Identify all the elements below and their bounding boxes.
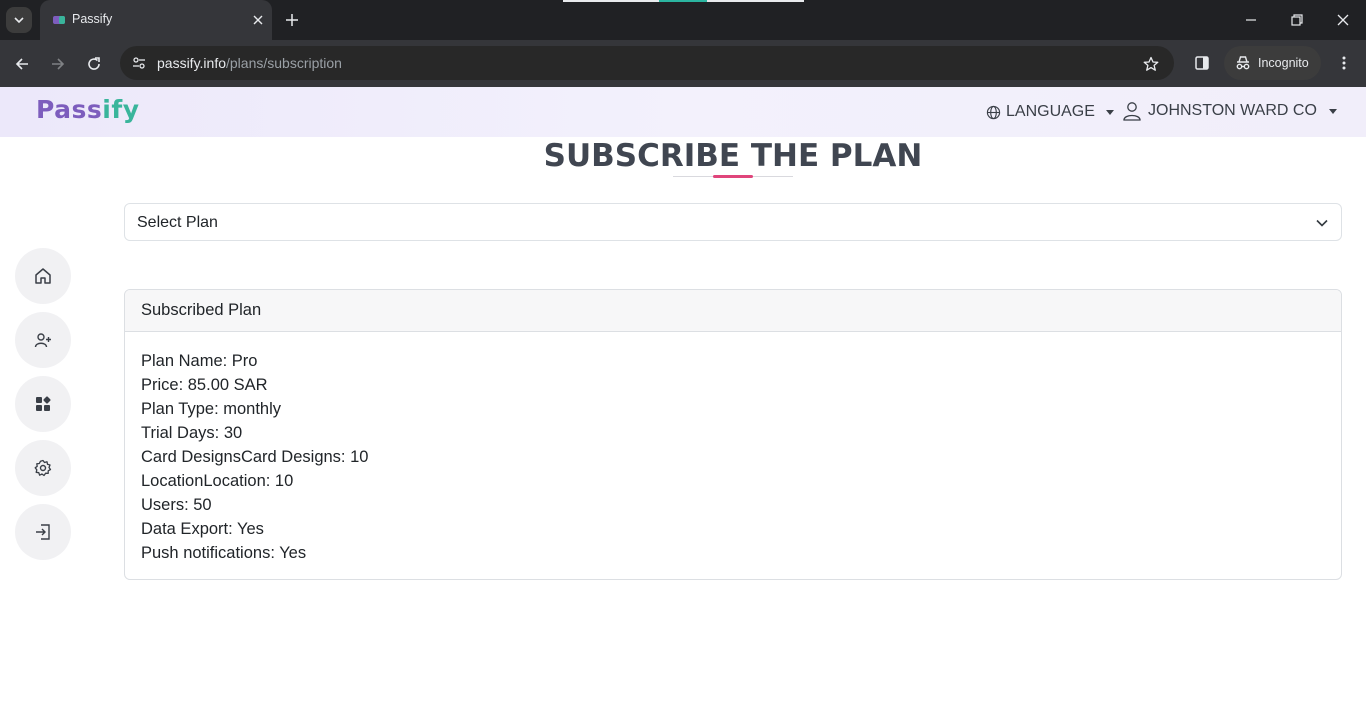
card-designs-line: Card DesignsCard Designs: 10: [141, 448, 369, 466]
reload-button[interactable]: [81, 51, 107, 77]
incognito-icon: [1236, 56, 1250, 70]
passify-favicon-icon: [53, 16, 65, 24]
browser-tab-strip: Passify: [0, 0, 1366, 40]
plan-type-line: Plan Type: monthly: [141, 400, 282, 418]
caret-down-icon: [1328, 108, 1337, 114]
user-dropdown[interactable]: JOHNSTON WARD CO: [1122, 101, 1337, 121]
language-label: LANGUAGE: [1006, 103, 1095, 120]
new-tab-button[interactable]: [280, 8, 304, 32]
restore-button[interactable]: [1285, 8, 1309, 32]
caret-down-icon: [1105, 109, 1114, 115]
browser-tab[interactable]: Passify: [40, 0, 272, 40]
subscribed-plan-card: Subscribed Plan Plan Name: Pro Price: 85…: [124, 289, 1342, 580]
side-panel-icon: [1195, 56, 1209, 70]
language-dropdown[interactable]: LANGUAGE: [986, 103, 1114, 121]
close-icon: [253, 15, 263, 25]
window-drag-indicator: [563, 0, 804, 2]
browser-toolbar: passify.info/plans/subscription Incognit…: [0, 40, 1366, 87]
forward-button[interactable]: [45, 51, 71, 77]
page-title: SUBSCRIBE THE PLAN: [543, 138, 923, 174]
tune-icon: [133, 57, 145, 69]
close-icon: [1337, 14, 1349, 26]
back-button[interactable]: [9, 51, 35, 77]
nav-settings-button[interactable]: [15, 440, 71, 496]
arrow-right-icon: [52, 58, 65, 70]
plan-select-value: Select Plan: [137, 214, 218, 231]
user-icon: [1123, 102, 1141, 121]
more-vertical-icon: [1342, 56, 1346, 70]
plan-select[interactable]: Select Plan: [124, 203, 1342, 241]
users-line: Users: 50: [141, 496, 212, 514]
price-line: Price: 85.00 SAR: [141, 376, 268, 394]
url-path: /plans/subscription: [226, 55, 342, 71]
app-header: Passify LANGUAGE JOHNSTON WARD CO: [0, 87, 1366, 137]
chevron-down-icon: [14, 17, 24, 24]
bookmark-button[interactable]: [1140, 53, 1162, 75]
data-export-line: Data Export: Yes: [141, 520, 264, 538]
title-accent-bar: [713, 175, 753, 178]
arrow-left-icon: [15, 58, 28, 70]
dashboard-icon: [36, 396, 51, 411]
globe-icon: [986, 105, 1001, 119]
nav-logout-button[interactable]: [15, 504, 71, 560]
tab-title: Passify: [72, 12, 113, 26]
logout-icon: [36, 524, 50, 540]
chevron-down-icon: [1316, 219, 1328, 227]
tab-search-button[interactable]: [6, 7, 32, 33]
close-window-button[interactable]: [1331, 8, 1355, 32]
site-info-button[interactable]: [128, 52, 150, 74]
nav-dashboard-button[interactable]: [15, 376, 71, 432]
card-header: Subscribed Plan: [125, 290, 1341, 332]
incognito-label: Incognito: [1258, 56, 1309, 70]
side-panel-button[interactable]: [1190, 51, 1214, 75]
trial-days-line: Trial Days: 30: [141, 424, 243, 442]
nav-home-button[interactable]: [15, 248, 71, 304]
location-line: LocationLocation: 10: [141, 472, 294, 490]
restore-icon: [1291, 14, 1303, 26]
gear-icon: [34, 459, 52, 477]
home-icon: [35, 268, 51, 284]
minimize-icon: [1246, 19, 1256, 21]
url-host: passify.info: [157, 55, 226, 71]
add-user-icon: [34, 333, 51, 348]
star-icon: [1143, 56, 1159, 71]
plus-icon: [286, 14, 298, 26]
url-text: passify.info/plans/subscription: [157, 55, 342, 71]
plan-name-line: Plan Name: Pro: [141, 352, 258, 370]
tab-close-button[interactable]: [249, 11, 267, 29]
passify-logo[interactable]: Passify: [36, 95, 140, 124]
push-notifications-line: Push notifications: Yes: [141, 544, 307, 562]
address-bar[interactable]: passify.info/plans/subscription: [120, 46, 1174, 80]
user-label: JOHNSTON WARD CO: [1148, 102, 1317, 119]
nav-add-user-button[interactable]: [15, 312, 71, 368]
minimize-button[interactable]: [1239, 8, 1263, 32]
card-body: Plan Name: Pro Price: 85.00 SAR Plan Typ…: [125, 332, 1341, 579]
incognito-indicator[interactable]: Incognito: [1224, 46, 1321, 80]
reload-icon: [88, 57, 100, 70]
browser-menu-button[interactable]: [1332, 51, 1356, 75]
